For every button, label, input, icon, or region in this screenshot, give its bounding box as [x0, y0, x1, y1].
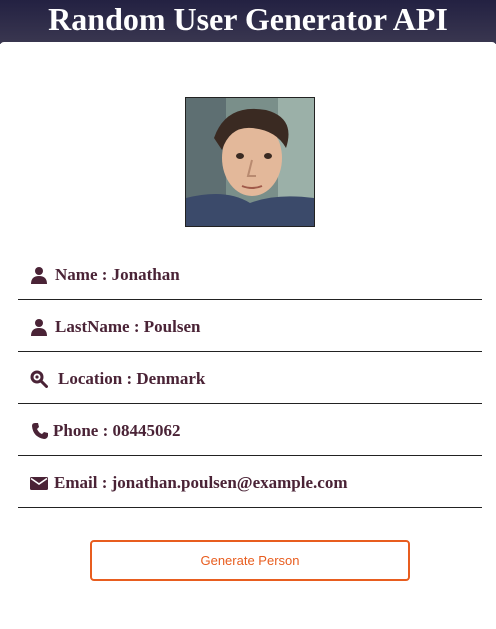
location-search-icon: [30, 370, 48, 388]
location-text: Location : Denmark: [58, 369, 206, 388]
person-card: Name : Jonathan LastName : Poulsen Locat…: [0, 42, 496, 629]
page-title: Random User Generator API: [48, 1, 448, 37]
user-icon: [30, 266, 48, 284]
envelope-icon: [30, 474, 48, 492]
lastname-text: LastName : Poulsen: [55, 317, 201, 336]
email-text: Email : jonathan.poulsen@example.com: [54, 473, 348, 492]
lastname-row: LastName : Poulsen: [18, 301, 482, 352]
email-row: Email : jonathan.poulsen@example.com: [18, 457, 482, 508]
name-text: Name : Jonathan: [55, 265, 180, 284]
location-row: Location : Denmark: [18, 353, 482, 404]
app-header: Random User Generator API: [0, 0, 496, 44]
phone-row: Phone : 08445062: [18, 405, 482, 456]
phone-icon: [31, 422, 49, 440]
phone-text: Phone : 08445062: [53, 421, 181, 440]
name-row: Name : Jonathan: [18, 249, 482, 300]
user-icon: [30, 318, 48, 336]
user-photo: [185, 97, 315, 227]
generate-person-button[interactable]: Generate Person: [90, 540, 410, 581]
